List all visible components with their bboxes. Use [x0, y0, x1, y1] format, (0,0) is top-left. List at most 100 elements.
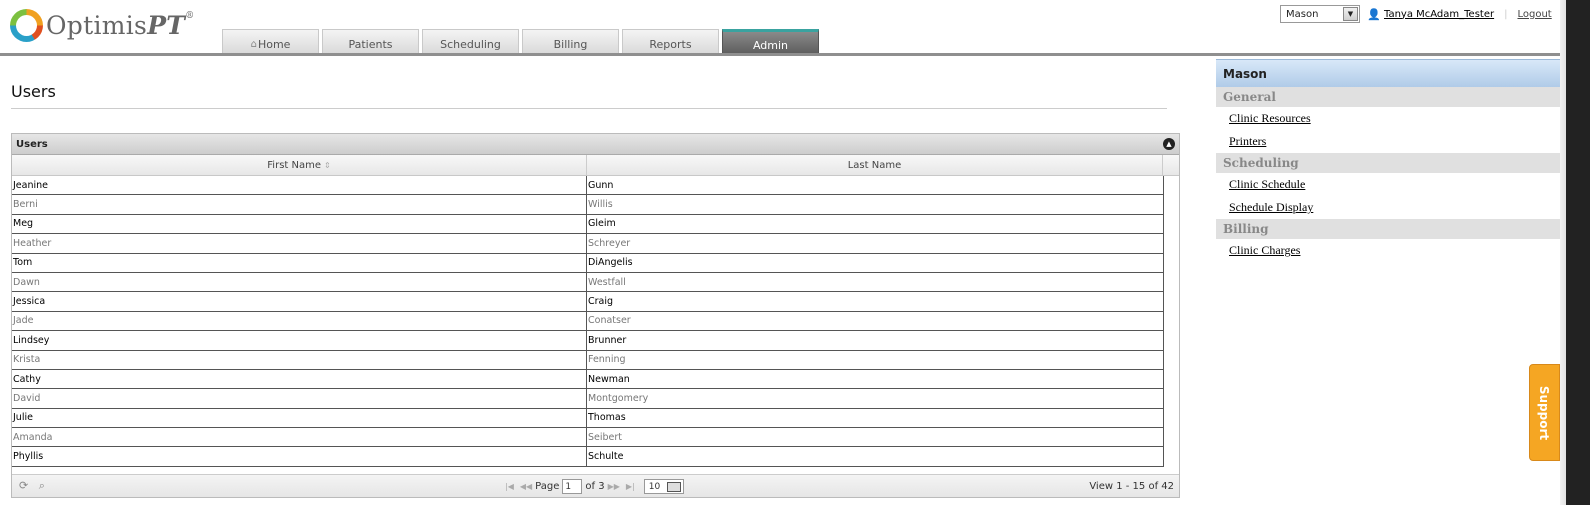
- first-page-icon[interactable]: |◀: [505, 482, 514, 491]
- table-row[interactable]: Julie Thomas: [12, 408, 1164, 429]
- sidebar-section-scheduling: Scheduling: [1216, 153, 1560, 173]
- table-row[interactable]: Lindsey Brunner: [12, 331, 1164, 351]
- table-row[interactable]: Meg Gleim: [12, 214, 1164, 235]
- cell-first-name: Tom: [12, 253, 587, 272]
- cell-first-name: Berni: [12, 195, 587, 214]
- cell-first-name: Krista: [12, 350, 587, 369]
- pager-controls: |◀ ◀◀ Page 1 of 3 ▶▶ ▶| 10: [502, 479, 684, 494]
- tab-home[interactable]: ⌂ Home: [222, 29, 319, 54]
- cell-first-name: David: [12, 389, 587, 408]
- logout-link[interactable]: Logout: [1517, 9, 1551, 20]
- column-header-first-name[interactable]: First Name ⇕: [12, 155, 587, 175]
- cell-last-name: Montgomery: [587, 389, 1164, 408]
- table-row[interactable]: Heather Schreyer: [12, 234, 1164, 254]
- header-divider: [0, 53, 1564, 56]
- page-title: Users: [11, 82, 56, 101]
- tab-patients[interactable]: Patients: [322, 29, 419, 54]
- cell-first-name: Dawn: [12, 272, 587, 292]
- search-icon[interactable]: ⌕: [39, 479, 45, 492]
- cell-first-name: Lindsey: [12, 331, 587, 350]
- sidebar-link-printers[interactable]: Printers: [1216, 130, 1560, 153]
- cell-first-name: Jessica: [12, 292, 587, 311]
- grid-rows: Jeanine Gunn Berni Willis Meg Gleim Heather Sch…: [12, 176, 1164, 467]
- cell-first-name: Julie: [12, 408, 587, 428]
- chevron-down-icon[interactable]: ▼: [1343, 7, 1358, 21]
- tab-billing[interactable]: Billing: [522, 29, 619, 54]
- tab-admin[interactable]: Admin: [722, 29, 819, 54]
- keyboard-icon[interactable]: [666, 482, 681, 492]
- cell-last-name: Schreyer: [587, 234, 1164, 253]
- cell-last-name: Craig: [587, 292, 1164, 311]
- page-size-select[interactable]: 10: [643, 479, 684, 494]
- app-header: OptimisPT® ⌂ Home Patients Scheduling Bil…: [0, 0, 1564, 57]
- table-row[interactable]: Dawn Westfall: [12, 272, 1164, 293]
- cell-last-name: Conatser: [587, 311, 1164, 331]
- page-count: of 3: [585, 481, 605, 492]
- cell-first-name: Phyllis: [12, 447, 587, 466]
- prev-page-icon[interactable]: ◀◀: [520, 482, 532, 491]
- collapse-icon[interactable]: ▲: [1163, 138, 1175, 150]
- table-row[interactable]: Jeanine Gunn: [12, 176, 1164, 196]
- cell-last-name: DiAngelis: [587, 253, 1164, 272]
- cell-last-name: Schulte: [587, 447, 1164, 466]
- cell-last-name: Gleim: [587, 214, 1164, 234]
- grid-pager: ⟳ ⌕ |◀ ◀◀ Page 1 of 3 ▶▶ ▶| 10 View 1 - …: [12, 474, 1179, 497]
- user-name-link[interactable]: Tanya McAdam_Tester: [1384, 9, 1494, 20]
- title-divider: [11, 108, 1167, 109]
- cell-first-name: Meg: [12, 214, 587, 234]
- table-row[interactable]: Cathy Newman: [12, 369, 1164, 390]
- cell-last-name: Westfall: [587, 272, 1164, 292]
- window-edge: [1566, 0, 1590, 505]
- support-button[interactable]: Support: [1529, 364, 1560, 461]
- separator: |: [1504, 8, 1508, 20]
- logo-text: OptimisPT®: [46, 10, 195, 40]
- column-header-last-name[interactable]: Last Name: [587, 155, 1163, 175]
- cell-first-name: Jeanine: [12, 176, 587, 195]
- refresh-icon[interactable]: ⟳: [19, 479, 28, 492]
- table-row[interactable]: Phyllis Schulte: [12, 447, 1164, 467]
- cell-last-name: Fenning: [587, 350, 1164, 369]
- logo-ring-icon: [10, 8, 43, 42]
- cell-last-name: Seibert: [587, 428, 1164, 447]
- tab-reports[interactable]: Reports: [622, 29, 719, 54]
- cell-last-name: Willis: [587, 195, 1164, 214]
- clinic-select[interactable]: Mason ▼: [1280, 5, 1360, 23]
- table-row[interactable]: Jade Conatser: [12, 311, 1164, 332]
- table-row[interactable]: Jessica Craig: [12, 292, 1164, 312]
- last-page-icon[interactable]: ▶|: [626, 482, 635, 491]
- tab-scheduling[interactable]: Scheduling: [422, 29, 519, 54]
- user-bar: Mason ▼ 👤 Tanya McAdam_Tester | Logout: [1280, 5, 1552, 23]
- sidebar-section-general: General: [1216, 87, 1560, 107]
- grid-caption: Users ▲: [12, 134, 1179, 155]
- table-row[interactable]: David Montgomery: [12, 389, 1164, 409]
- cell-first-name: Heather: [12, 234, 587, 253]
- cell-last-name: Newman: [587, 369, 1164, 389]
- page-input[interactable]: 1: [562, 479, 583, 494]
- cell-first-name: Jade: [12, 311, 587, 331]
- page-label: Page: [535, 481, 560, 492]
- main-nav: ⌂ Home Patients Scheduling Billing Report…: [222, 29, 822, 54]
- grid-header: First Name ⇕ Last Name: [12, 155, 1179, 176]
- admin-sidebar: Mason General Clinic Resources Printers …: [1216, 59, 1560, 262]
- sidebar-link-clinic-charges[interactable]: Clinic Charges: [1216, 239, 1560, 262]
- next-page-icon[interactable]: ▶▶: [608, 482, 620, 491]
- view-count: View 1 - 15 of 42: [1089, 481, 1174, 492]
- sidebar-section-billing: Billing: [1216, 219, 1560, 239]
- table-row[interactable]: Krista Fenning: [12, 350, 1164, 370]
- logo[interactable]: OptimisPT®: [10, 8, 195, 42]
- cell-first-name: Cathy: [12, 369, 587, 389]
- cell-last-name: Thomas: [587, 408, 1164, 428]
- cell-last-name: Gunn: [587, 176, 1164, 195]
- sidebar-title: Mason: [1216, 59, 1560, 87]
- cell-first-name: Amanda: [12, 428, 587, 447]
- users-grid: Users ▲ First Name ⇕ Last Name Jeanine Gun…: [11, 133, 1180, 498]
- cell-last-name: Brunner: [587, 331, 1164, 350]
- sidebar-link-clinic-schedule[interactable]: Clinic Schedule: [1216, 173, 1560, 196]
- sidebar-link-schedule-display[interactable]: Schedule Display: [1216, 196, 1560, 219]
- table-row[interactable]: Tom DiAngelis: [12, 253, 1164, 273]
- table-row[interactable]: Amanda Seibert: [12, 428, 1164, 448]
- table-row[interactable]: Berni Willis: [12, 195, 1164, 215]
- sort-icon: ⇕: [324, 160, 331, 170]
- user-icon: 👤: [1367, 8, 1381, 21]
- sidebar-link-clinic-resources[interactable]: Clinic Resources: [1216, 107, 1560, 130]
